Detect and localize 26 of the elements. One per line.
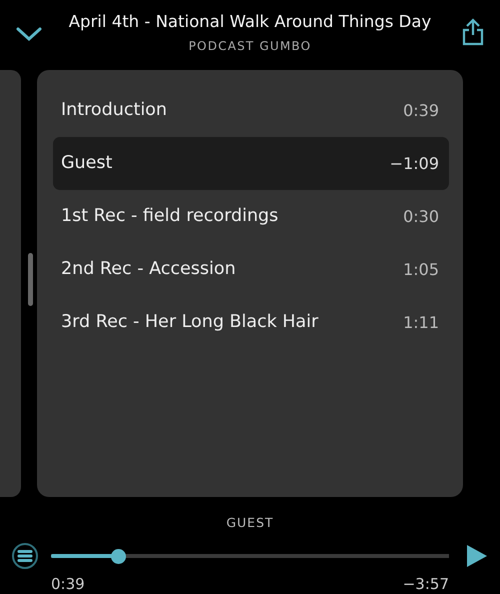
- chapter-row[interactable]: 2nd Rec - Accession 1:05: [53, 243, 449, 296]
- chapter-time: 1:05: [403, 258, 439, 280]
- share-icon[interactable]: [462, 18, 484, 46]
- remaining-time: −3:57: [402, 574, 449, 594]
- chapter-title: Guest: [61, 152, 112, 176]
- chapter-row[interactable]: 1st Rec - field recordings 0:30: [53, 190, 449, 243]
- episode-title: April 4th - National Walk Around Things Day: [68, 12, 432, 31]
- chapter-title: 1st Rec - field recordings: [61, 205, 278, 228]
- podcast-name: PODCAST GUMBO: [188, 38, 312, 52]
- chapter-time: −1:09: [390, 152, 439, 174]
- chapters-icon[interactable]: [11, 542, 39, 570]
- elapsed-time: 0:39: [51, 574, 85, 594]
- scrollbar: [28, 253, 33, 306]
- progress-thumb[interactable]: [110, 548, 126, 564]
- chapter-title: Introduction: [61, 99, 167, 122]
- chapter-row[interactable]: Guest −1:09: [53, 137, 449, 190]
- chapter-title: 3rd Rec - Her Long Black Hair: [61, 311, 318, 334]
- chapter-time: 1:11: [403, 312, 439, 334]
- chapter-title: 2nd Rec - Accession: [61, 258, 236, 282]
- current-chapter: GUEST: [226, 515, 274, 530]
- chapter-time: 0:30: [403, 206, 439, 228]
- play-icon[interactable]: [466, 544, 488, 568]
- chevron-down-icon[interactable]: [16, 26, 42, 42]
- chapter-time: 0:39: [403, 100, 439, 122]
- chapter-row[interactable]: 3rd Rec - Her Long Black Hair 1:11: [53, 296, 449, 349]
- chapter-row[interactable]: Introduction 0:39: [53, 84, 449, 137]
